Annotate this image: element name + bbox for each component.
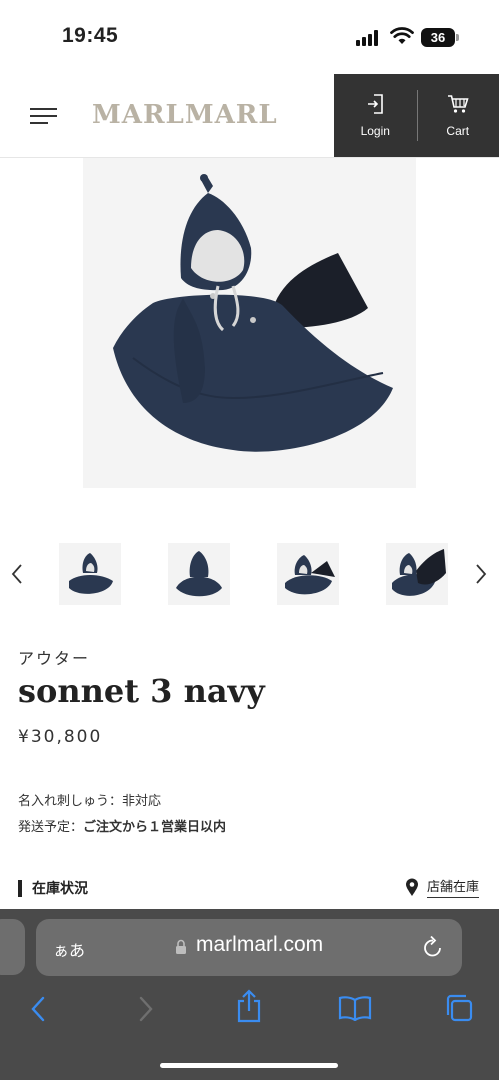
status-time: 19:45: [62, 24, 119, 47]
store-stock-link[interactable]: 店舗在庫: [405, 876, 479, 898]
forward-arrow-icon[interactable]: [136, 995, 156, 1023]
previous-tab-peek[interactable]: [0, 919, 25, 975]
cart-label: Cart: [446, 123, 470, 138]
product-price: ¥30,800: [18, 727, 103, 747]
battery-icon: 36: [421, 28, 455, 47]
thumbnail-2[interactable]: [168, 543, 230, 605]
reader-options-button[interactable]: ぁあ: [53, 937, 85, 961]
address-bar[interactable]: ぁあ marlmarl.com: [36, 919, 462, 976]
site-header: MARLMARL Login Cart: [0, 74, 499, 158]
product-category: アウター: [18, 649, 91, 668]
battery-nub: [456, 34, 459, 41]
embroidery-label: 名入れ刺しゅう：: [18, 794, 123, 809]
chevron-right-icon[interactable]: [474, 563, 488, 585]
thumbnail-1[interactable]: [59, 543, 121, 605]
tabs-icon[interactable]: [444, 993, 474, 1023]
store-stock-label: 店舗在庫: [426, 876, 479, 898]
login-icon: [368, 93, 384, 114]
cellular-signal-icon: [356, 30, 382, 46]
stock-heading-label: 在庫状況: [32, 881, 88, 897]
share-icon[interactable]: [235, 989, 263, 1023]
product-main-image[interactable]: [83, 158, 416, 488]
bookmarks-icon[interactable]: [338, 995, 372, 1021]
embroidery-info: 名入れ刺しゅう：非対応: [18, 790, 161, 809]
page: 19:45 36 MARLMARL Login Cart アウター sonnet…: [0, 0, 499, 1080]
wifi-icon: [390, 27, 414, 44]
thumbnail-3[interactable]: [277, 543, 339, 605]
stock-heading: 在庫状況: [18, 878, 88, 898]
login-button[interactable]: Login: [334, 74, 417, 157]
embroidery-value: 非対応: [122, 794, 162, 809]
location-pin-icon: [405, 878, 418, 896]
url-text: marlmarl.com: [196, 933, 324, 956]
cart-button[interactable]: Cart: [416, 74, 499, 157]
back-arrow-icon[interactable]: [28, 995, 48, 1023]
browser-toolbar: ぁあ marlmarl.com: [0, 909, 499, 1080]
header-actions: Login Cart: [334, 74, 499, 157]
thumbnail-4[interactable]: [386, 543, 448, 605]
chevron-left-icon[interactable]: [10, 563, 24, 585]
shipping-info: 発送予定：ご注文から１営業日以内: [18, 816, 226, 835]
heading-accent-bar: [18, 879, 22, 897]
home-indicator[interactable]: [160, 1063, 338, 1068]
product-title: sonnet 3 navy: [18, 672, 265, 710]
reload-icon[interactable]: [422, 935, 444, 959]
browser-nav-row: [0, 989, 499, 1029]
login-label: Login: [360, 123, 390, 138]
shipping-value: ご注文から１営業日以内: [83, 820, 227, 835]
hamburger-menu-icon[interactable]: [30, 108, 57, 124]
lock-icon: [176, 939, 186, 954]
site-logo[interactable]: MARLMARL: [92, 100, 278, 130]
shipping-label: 発送予定：: [18, 820, 84, 835]
cart-icon: [447, 94, 469, 113]
status-bar: 19:45 36: [0, 0, 499, 74]
